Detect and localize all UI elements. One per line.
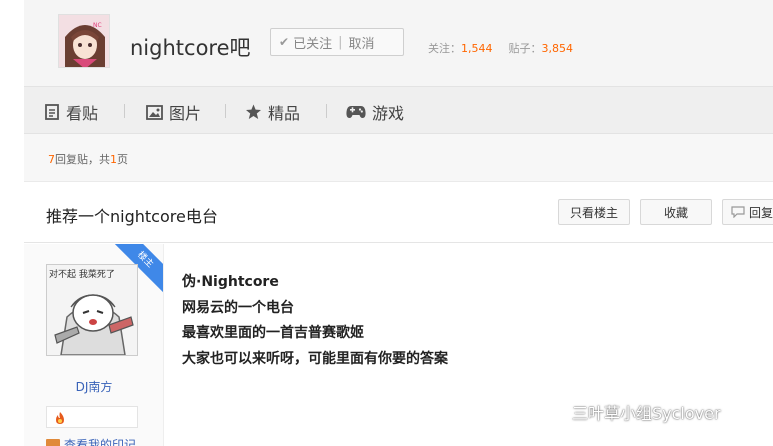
- forum-header: NC nightcore吧 ✔ 已关注 | 取消 关注：1,544 贴子：3,85…: [24, 0, 773, 86]
- thread-title: 推荐一个nightcore电台: [46, 207, 218, 226]
- post-content: 伪·Nightcore 网易云的一个电台 最喜欢里面的一首吉普赛歌姬 大家也可以…: [182, 270, 448, 372]
- tab-label: 看贴: [66, 104, 99, 123]
- favorite-label: 收藏: [663, 205, 688, 220]
- document-icon: [44, 104, 60, 120]
- level-badge[interactable]: [46, 406, 138, 428]
- follow-status-label: 已关注: [293, 36, 333, 52]
- tab-games[interactable]: 游戏: [346, 100, 404, 124]
- forum-avatar[interactable]: NC: [58, 14, 110, 68]
- page-count-text: 页: [117, 153, 128, 166]
- unfollow-link[interactable]: 取消: [348, 33, 374, 52]
- post-line: 大家也可以来听呀，可能里面有你要的答案: [182, 350, 448, 367]
- tab-images[interactable]: 图片: [146, 100, 201, 124]
- reply-count: 7回复贴，共1页: [48, 151, 128, 167]
- reply-button[interactable]: 回复: [722, 199, 773, 225]
- comment-icon: [731, 206, 745, 218]
- page-count-number: 1: [110, 153, 117, 166]
- star-icon: [245, 104, 262, 120]
- nav-divider: [326, 104, 327, 118]
- author-avatar[interactable]: 对不起 我菜死了: [46, 264, 138, 356]
- post-line: 最喜欢里面的一首吉普赛歌姬: [182, 325, 364, 341]
- avatar-caption: 对不起 我菜死了: [49, 270, 115, 280]
- image-icon: [146, 104, 163, 120]
- tab-posts[interactable]: 看贴: [44, 100, 98, 124]
- reply-info-bar: 7回复贴，共1页: [24, 134, 773, 182]
- gamepad-icon: [346, 105, 366, 119]
- reply-label: 回复: [749, 205, 773, 220]
- post-line: 伪·Nightcore: [182, 274, 279, 290]
- svg-text:NC: NC: [93, 22, 102, 29]
- only-op-label: 只看楼主: [569, 205, 618, 220]
- divider: |: [338, 34, 343, 50]
- nav-divider: [225, 104, 226, 118]
- favorite-button[interactable]: 收藏: [640, 199, 712, 225]
- wechat-icon: [538, 401, 564, 423]
- tab-label: 游戏: [372, 104, 405, 123]
- tab-label: 精品: [268, 104, 301, 123]
- only-op-button[interactable]: 只看楼主: [558, 199, 630, 225]
- thread-title-bar: 推荐一个nightcore电台 只看楼主 收藏 回复: [24, 183, 773, 243]
- forum-nav: 看贴 图片 精品 游戏: [24, 86, 773, 134]
- followers-count: 1,544: [461, 42, 493, 55]
- check-icon: ✔: [279, 35, 290, 49]
- follow-button[interactable]: ✔ 已关注 | 取消: [270, 28, 404, 56]
- left-gutter: [0, 0, 24, 446]
- forum-stats: 关注：1,544 贴子：3,854: [428, 40, 573, 56]
- watermark: 三叶草小组Syclover: [538, 400, 721, 424]
- watermark-text: 三叶草小组Syclover: [572, 404, 721, 423]
- nav-divider: [124, 104, 125, 118]
- author-name[interactable]: DJ南方: [24, 378, 163, 395]
- reply-count-number: 7: [48, 153, 55, 166]
- author-panel: 楼主 对不起 我菜死了 DJ南方 查看我的印记: [24, 244, 164, 446]
- view-my-marks-link[interactable]: 查看我的印记: [46, 436, 136, 446]
- tab-label: 图片: [169, 104, 202, 123]
- post-line: 网易云的一个电台: [182, 299, 294, 316]
- forum-name[interactable]: nightcore吧: [130, 32, 251, 62]
- followers-label: 关注：: [428, 42, 461, 55]
- tab-featured[interactable]: 精品: [245, 100, 300, 124]
- posts-count: 3,854: [541, 42, 574, 55]
- reply-count-text: 回复贴，共: [55, 153, 110, 166]
- posts-label: 贴子：: [508, 42, 542, 55]
- mark-icon: [46, 438, 60, 446]
- fire-icon: [53, 410, 67, 429]
- view-link-label: 查看我的印记: [64, 438, 137, 446]
